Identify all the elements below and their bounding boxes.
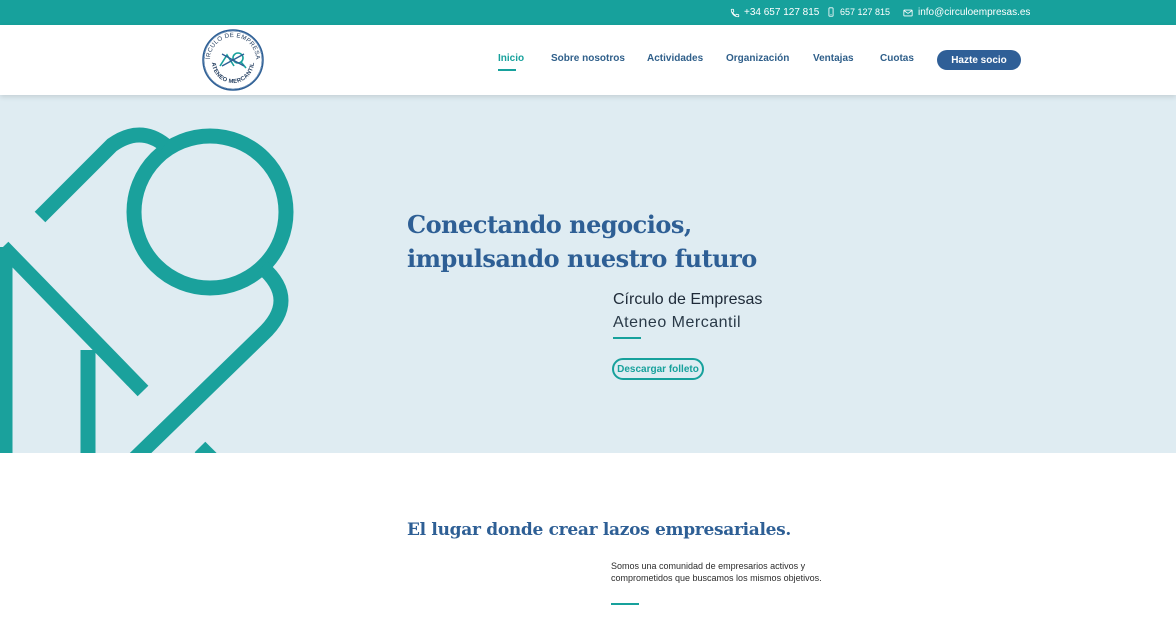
mobile-icon [828, 7, 834, 17]
topbar-phone-text: +34 657 127 815 [744, 7, 820, 18]
hero-title: Conectando negocios, impulsando nuestro … [407, 208, 757, 276]
site-header: CÍRCULO DE EMPRESAS ATENEO MERCANTIL Ini… [0, 23, 1176, 95]
nav-item-actividades[interactable]: Actividades [647, 53, 703, 64]
nav-item-label: Ventajas [813, 53, 854, 64]
phone-icon [730, 8, 740, 17]
nav-item-label: Actividades [647, 53, 704, 64]
decorative-1900-graphic [0, 127, 294, 453]
topbar-email-text: info@circuloempresas.es [918, 7, 1031, 18]
nav-item-organizacion[interactable]: Organización [726, 53, 789, 64]
hero-section: Conectando negocios, impulsando nuestro … [0, 95, 1176, 453]
nav-item-ventajas[interactable]: Ventajas [813, 53, 854, 64]
logo-seal-icon: CÍRCULO DE EMPRESAS ATENEO MERCANTIL [198, 23, 264, 91]
section-divider [611, 603, 639, 605]
mail-icon [903, 9, 913, 16]
nav-item-label: Sobre nosotros [551, 53, 625, 64]
topbar-mobile[interactable]: 657 127 815 [826, 7, 890, 17]
nav-item-label: Inicio [498, 53, 525, 64]
hero-title-line-1: Conectando negocios, [407, 210, 692, 239]
nav-item-inicio[interactable]: Inicio [498, 53, 525, 71]
site-logo[interactable]: CÍRCULO DE EMPRESAS ATENEO MERCANTIL [198, 23, 266, 92]
nav-item-label: Organización [726, 53, 790, 64]
section-title: El lugar donde crear lazos empresariales… [407, 520, 792, 540]
org-name: Círculo de Empresas [613, 291, 763, 308]
join-button[interactable]: Hazte socio [937, 50, 1021, 70]
section-text: Somos una comunidad de empresarios activ… [611, 561, 822, 583]
topbar-phone[interactable]: +34 657 127 815 [730, 7, 819, 18]
hero-title-line-2: impulsando nuestro futuro [407, 244, 757, 273]
topbar-mobile-text: 657 127 815 [840, 7, 891, 17]
org-subtitle: Ateneo Mercantil [613, 314, 742, 331]
nav-item-sobre-nosotros[interactable]: Sobre nosotros [551, 53, 625, 64]
nav-active-indicator [498, 69, 516, 71]
download-brochure-button[interactable]: Descargar folleto [612, 358, 704, 380]
svg-text:CÍRCULO DE EMPRESAS: CÍRCULO DE EMPRESAS [200, 28, 261, 61]
nav-item-cuotas[interactable]: Cuotas [880, 53, 914, 64]
topbar-email[interactable]: info@circuloempresas.es [902, 7, 1030, 18]
hero-divider [613, 337, 641, 339]
top-contact-bar: +34 657 127 815 657 127 815 info@circulo… [0, 0, 1176, 25]
nav-item-label: Cuotas [880, 53, 914, 64]
